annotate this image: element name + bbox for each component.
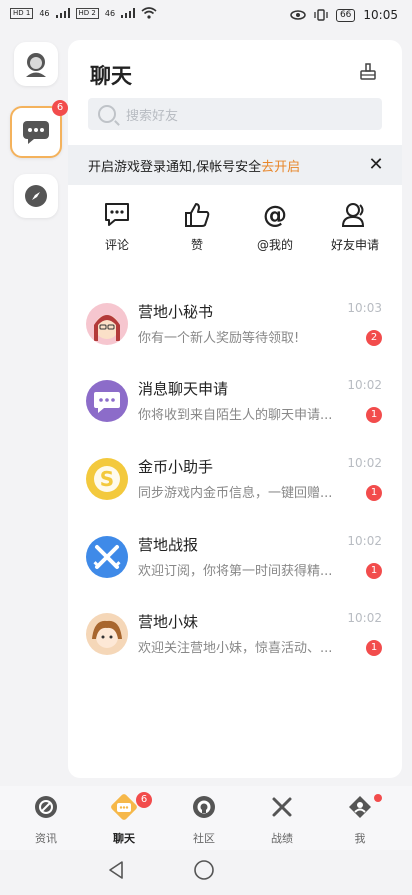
nav-item-news[interactable]: 资讯 xyxy=(16,794,76,846)
thumbs-up-icon xyxy=(185,203,210,227)
login-notice-banner: 开启游戏登录通知,保帐号安全 去开启 ✕ xyxy=(68,145,402,185)
notice-enable-link[interactable]: 去开启 xyxy=(261,156,300,175)
profile-rail-button[interactable] xyxy=(14,42,58,86)
quick-action-label: @我的 xyxy=(256,238,293,252)
status-bar: HD 1 46 HD 2 46 66 10:05 xyxy=(0,0,412,34)
home-icon[interactable] xyxy=(193,859,215,881)
message-title: 消息聊天申请 xyxy=(138,380,229,398)
avatar: S xyxy=(86,458,128,500)
message-time: 10:02 xyxy=(347,378,382,392)
chat-icon xyxy=(111,794,137,820)
sim1-hd-tag: HD 1 xyxy=(10,7,34,19)
message-title: 金币小助手 xyxy=(138,458,214,476)
nav-label: 我 xyxy=(354,832,366,845)
battle-record-icon xyxy=(272,797,292,817)
search-input[interactable]: 搜索好友 xyxy=(126,105,178,124)
quick-action-mentions[interactable]: @ @我的 xyxy=(244,202,306,253)
quick-action-comment[interactable]: 评论 xyxy=(86,202,148,253)
message-row[interactable]: 营地战报 欢迎订阅，你将第一时间获得精... 10:02 1 xyxy=(68,534,402,614)
quick-action-like[interactable]: 赞 xyxy=(166,202,228,253)
avatar xyxy=(86,536,128,578)
unread-badge: 1 xyxy=(366,640,382,656)
quick-action-label: 好友申请 xyxy=(330,238,379,252)
nav-item-battle-record[interactable]: 战绩 xyxy=(252,794,312,846)
sim2-hd-tag: HD 2 xyxy=(75,7,99,19)
compass-icon xyxy=(25,185,47,207)
eye-icon xyxy=(290,10,306,20)
unread-badge: 2 xyxy=(366,330,382,346)
comment-icon xyxy=(105,203,129,226)
message-preview: 你将收到来自陌生人的聊天申请... xyxy=(138,408,333,423)
svg-text:S: S xyxy=(100,467,114,491)
nav-label: 资讯 xyxy=(35,832,57,845)
nav-label: 聊天 xyxy=(113,832,135,845)
profile-icon xyxy=(26,53,46,77)
vibrate-icon xyxy=(314,9,328,21)
chat-bubble-icon xyxy=(23,121,49,144)
message-title: 营地小妹 xyxy=(138,613,199,631)
unread-badge: 1 xyxy=(366,563,382,579)
nav-item-me[interactable]: 我 xyxy=(330,794,390,846)
nav-item-chat[interactable]: 6 聊天 xyxy=(94,792,154,846)
unread-badge: 1 xyxy=(366,407,382,423)
news-icon xyxy=(35,796,57,818)
chat-rail-button[interactable]: 6 xyxy=(10,100,68,158)
search-icon xyxy=(98,105,116,123)
back-icon[interactable] xyxy=(106,860,126,880)
wifi-icon xyxy=(141,7,157,19)
page-title: 聊天 xyxy=(90,64,132,88)
message-time: 10:02 xyxy=(347,611,382,625)
quick-action-label: 评论 xyxy=(104,238,129,252)
quick-action-label: 赞 xyxy=(190,238,203,252)
avatar xyxy=(86,303,128,345)
message-preview: 同步游戏内金币信息，一键回赠... xyxy=(138,486,333,501)
chat-rail-badge: 6 xyxy=(52,100,68,116)
signal-icon-2 xyxy=(121,8,136,18)
nav-item-community[interactable]: 社区 xyxy=(174,794,234,846)
message-title: 营地小秘书 xyxy=(138,303,214,321)
avatar xyxy=(86,613,128,655)
bottom-nav: 资讯 6 聊天 社区 战绩 我 xyxy=(0,786,412,850)
message-preview: 欢迎关注营地小妹，惊喜活动、... xyxy=(138,641,333,656)
chat-panel: 聊天 搜索好友 开启游戏登录通知,保帐号安全 去开启 ✕ 评论 赞 @ @我的 xyxy=(68,40,402,778)
quick-action-friend-requests[interactable]: 好友申请 xyxy=(324,202,386,253)
me-icon xyxy=(349,796,371,818)
nav-label: 社区 xyxy=(193,832,215,845)
sim1-signal-label: 46 xyxy=(39,8,50,18)
status-left: HD 1 46 HD 2 46 xyxy=(10,7,157,19)
search-bar[interactable]: 搜索好友 xyxy=(88,98,382,130)
at-icon: @ xyxy=(263,202,287,228)
discover-rail-button[interactable] xyxy=(14,174,58,218)
signal-icon xyxy=(55,8,70,18)
svg-text:@: @ xyxy=(263,202,287,228)
avatar xyxy=(86,380,128,422)
message-time: 10:03 xyxy=(347,301,382,315)
message-row[interactable]: S 金币小助手 同步游戏内金币信息，一键回赠... 10:02 1 xyxy=(68,456,402,536)
community-icon xyxy=(193,796,215,818)
sim2-signal-label: 46 xyxy=(104,8,116,18)
unread-badge: 1 xyxy=(366,485,382,501)
message-time: 10:02 xyxy=(347,456,382,470)
status-right: 66 10:05 xyxy=(290,8,398,22)
broom-icon[interactable] xyxy=(358,62,378,82)
me-nav-dot xyxy=(374,794,382,802)
system-nav-bar xyxy=(0,850,412,895)
message-row[interactable]: 营地小妹 欢迎关注营地小妹，惊喜活动、... 10:02 1 xyxy=(68,611,402,691)
chat-nav-badge: 6 xyxy=(136,792,152,808)
message-preview: 欢迎订阅，你将第一时间获得精... xyxy=(138,564,333,579)
status-time: 10:05 xyxy=(363,8,398,22)
friend-request-icon xyxy=(341,203,365,227)
message-time: 10:02 xyxy=(347,534,382,548)
message-row[interactable]: 营地小秘书 你有一个新人奖励等待领取! 10:03 2 xyxy=(68,301,402,381)
close-icon[interactable]: ✕ xyxy=(366,155,386,175)
nav-label: 战绩 xyxy=(271,832,293,845)
battery-indicator: 66 xyxy=(335,8,356,22)
message-preview: 你有一个新人奖励等待领取! xyxy=(138,331,300,346)
message-title: 营地战报 xyxy=(138,536,199,554)
notice-text: 开启游戏登录通知,保帐号安全 xyxy=(88,159,262,175)
message-row[interactable]: 消息聊天申请 你将收到来自陌生人的聊天申请... 10:02 1 xyxy=(68,378,402,458)
